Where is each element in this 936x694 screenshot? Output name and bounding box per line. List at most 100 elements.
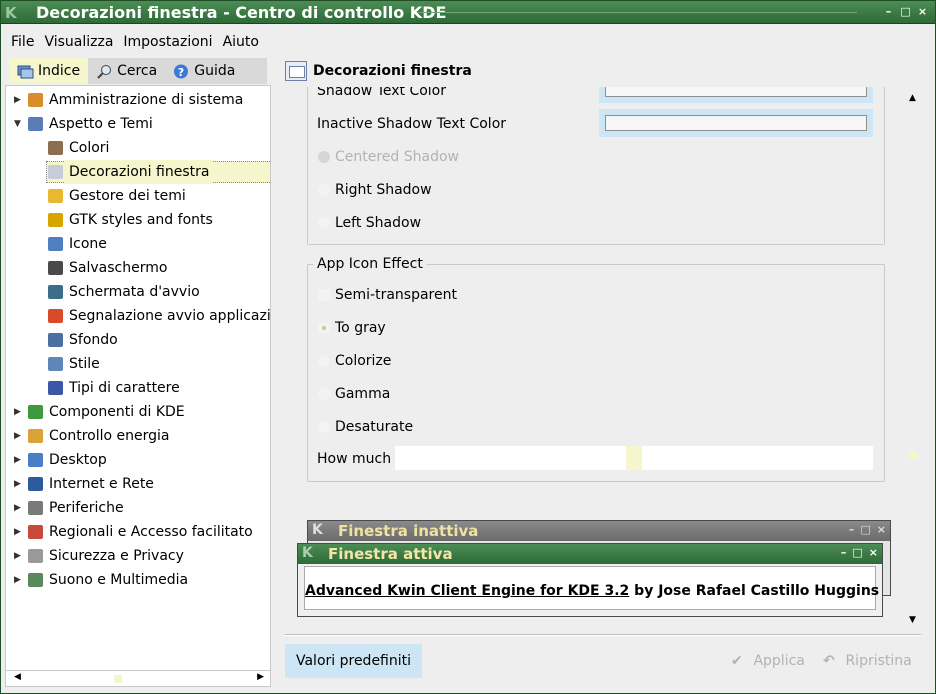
apply-button[interactable]: ✔ Applica [731,649,805,673]
how-much-label: How much [317,451,392,467]
gamma-radio[interactable] [318,388,330,400]
preview-credits: Advanced Kwin Client Engine for KDE 3.2 … [305,583,879,599]
module-icon [48,357,63,371]
module-icon [48,381,63,395]
tree-item-label: Salvaschermo [69,260,168,276]
tree-item[interactable]: Segnalazione avvio applicazio [6,304,270,328]
collapse-arrow-icon[interactable]: ▼ [14,112,22,136]
window-buttons: – □ × [882,5,929,18]
expand-arrow-icon[interactable]: ▶ [14,544,22,568]
desaturate-label[interactable]: Desaturate [335,417,413,437]
expand-arrow-icon[interactable]: ▶ [14,520,22,544]
how-much-slider[interactable] [395,446,873,470]
module-tree[interactable]: ▶ Amministrazione di sistema ▼ Aspetto e Te… [5,85,271,671]
shadow-text-color-button[interactable] [599,87,873,103]
menu-settings[interactable]: Impostazioni [118,31,217,53]
title-bar[interactable]: K Decorazioni finestra - Centro di contr… [1,1,935,24]
maximize-button[interactable]: □ [899,5,912,18]
minimize-icon: – [848,523,855,536]
right-shadow-label[interactable]: Right Shadow [335,180,432,200]
active-preview-body: Advanced Kwin Client Engine for KDE 3.2 … [304,566,879,610]
module-icon [28,573,43,587]
scroll-thumb[interactable] [114,675,122,683]
tree-horizontal-scrollbar[interactable]: ◀ ▶ [5,671,271,687]
module-icon [48,213,63,227]
tree-item[interactable]: Gestore dei temi [6,184,270,208]
left-shadow-radio[interactable] [318,217,330,229]
tab-index[interactable]: Indice [9,58,89,84]
centered-shadow-radio [318,151,330,163]
menu-view[interactable]: Visualizza [39,31,118,53]
expand-arrow-icon[interactable]: ▶ [14,568,22,592]
expand-arrow-icon[interactable]: ▶ [14,424,22,448]
expand-arrow-icon[interactable]: ▶ [14,496,22,520]
tree-item[interactable]: ▶ Componenti di KDE [6,400,270,424]
tree-item[interactable]: ▶ Regionali e Accesso facilitato [6,520,270,544]
window-decoration-icon [285,61,307,81]
tree-item[interactable]: GTK styles and fonts [6,208,270,232]
semi-transparent-checkbox[interactable] [318,289,330,301]
expand-arrow-icon[interactable]: ▶ [14,472,22,496]
inactive-shadow-text-color-label: Inactive Shadow Text Color [317,116,507,132]
tree-item[interactable]: ▶ Sicurezza e Privacy [6,544,270,568]
settings-vertical-scrollbar[interactable]: ▲ ▼ [905,87,921,631]
tree-item[interactable]: Salvaschermo [6,256,270,280]
active-preview-buttons: – □ × [841,546,878,560]
colorize-label[interactable]: Colorize [335,351,391,371]
tree-item-label: Aspetto e Temi [49,116,153,132]
tree-item-label: Sicurezza e Privacy [49,548,184,564]
slider-handle[interactable] [626,446,642,470]
desaturate-radio[interactable] [318,421,330,433]
tab-help[interactable]: ? Guida [165,58,243,84]
to-gray-label[interactable]: To gray [335,318,386,338]
tree-item[interactable]: Decorazioni finestra [6,160,270,184]
tree-item-label: Tipi di carattere [69,380,180,396]
tree-item[interactable]: ▼ Aspetto e Temi [6,112,270,136]
scroll-thumb[interactable] [909,451,917,459]
semi-transparent-label[interactable]: Semi-transparent [335,285,457,305]
active-preview-title: Finestra attiva [328,545,453,563]
tree-item-label: Internet e Rete [49,476,154,492]
tree-item[interactable]: Sfondo [6,328,270,352]
expand-arrow-icon[interactable]: ▶ [14,400,22,424]
menu-file[interactable]: File [1,31,39,53]
expand-arrow-icon[interactable]: ▶ [14,448,22,472]
close-button[interactable]: × [916,5,929,18]
scroll-down-icon[interactable]: ▼ [909,615,916,625]
reset-button[interactable]: ↶ Ripristina [823,649,912,673]
inactive-preview-title: Finestra inattiva [338,522,479,540]
gamma-label[interactable]: Gamma [335,384,390,404]
menu-help[interactable]: Aiuto [218,31,264,53]
tree-item[interactable]: ▶ Suono e Multimedia [6,568,270,592]
kde-logo-icon: K [302,545,313,561]
button-separator [285,634,921,636]
main-window: K Decorazioni finestra - Centro di contr… [0,0,936,694]
minimize-button[interactable]: – [882,5,895,18]
module-icon [28,93,43,107]
right-shadow-radio[interactable] [318,184,330,196]
tree-item[interactable]: Icone [6,232,270,256]
tree-item[interactable]: ▶ Internet e Rete [6,472,270,496]
tree-item[interactable]: ▶ Periferiche [6,496,270,520]
module-title: Decorazioni finestra [313,63,472,79]
tree-item[interactable]: ▶ Controllo energia [6,424,270,448]
tree-item[interactable]: Stile [6,352,270,376]
tree-item[interactable]: Colori [6,136,270,160]
tree-item[interactable]: ▶ Amministrazione di sistema [6,88,270,112]
scroll-up-icon[interactable]: ▲ [909,93,916,103]
scroll-left-icon[interactable]: ◀ [14,672,21,682]
left-shadow-label[interactable]: Left Shadow [335,213,421,233]
tab-search[interactable]: Cerca [88,58,165,84]
tree-item[interactable]: Tipi di carattere [6,376,270,400]
reset-icon: ↶ [823,653,835,669]
scroll-right-icon[interactable]: ▶ [257,672,264,682]
expand-arrow-icon[interactable]: ▶ [14,88,22,112]
tree-item[interactable]: ▶ Desktop [6,448,270,472]
active-window-preview: K Finestra attiva – □ × Advanced Kwin Clie… [297,543,883,617]
to-gray-radio[interactable] [318,322,330,334]
colorize-radio[interactable] [318,355,330,367]
inactive-shadow-text-color-button[interactable] [599,109,873,137]
defaults-button[interactable]: Valori predefiniti [285,644,422,678]
tree-item[interactable]: Schermata d'avvio [6,280,270,304]
tree-item-label: Decorazioni finestra [65,160,214,184]
